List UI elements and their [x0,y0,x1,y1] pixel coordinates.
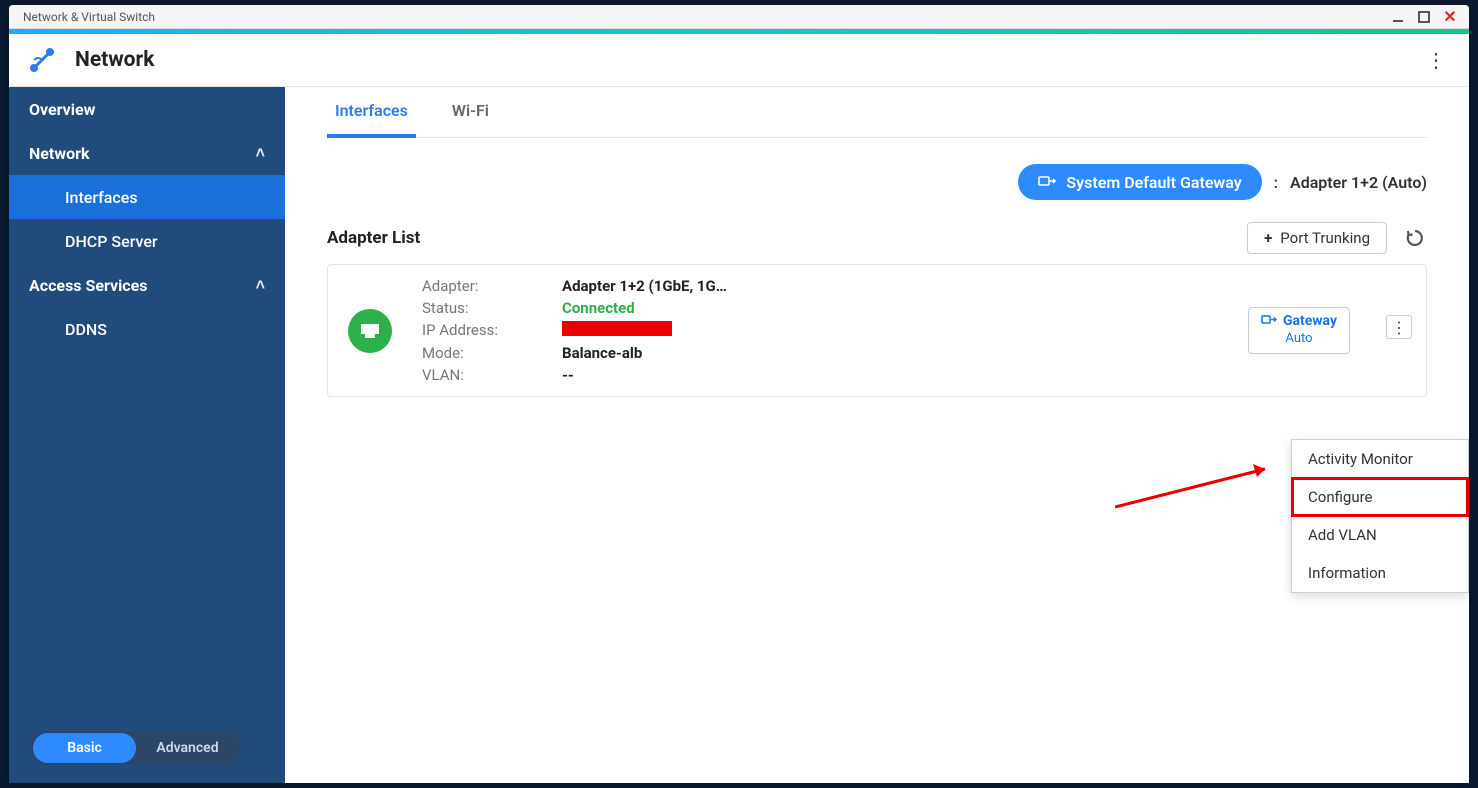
basic-mode-button[interactable]: Basic [33,733,136,763]
adapter-list-header: Adapter List + Port Trunking [327,222,1427,254]
view-mode-toggle: Basic Advanced [31,731,241,765]
sidebar-label: DDNS [65,320,107,339]
toggle-label: Advanced [156,740,218,756]
port-trunking-button[interactable]: + Port Trunking [1247,222,1387,254]
adapter-menu-button[interactable]: ⋮ [1386,315,1412,339]
button-label: Port Trunking [1280,229,1370,247]
ethernet-port-icon [348,309,392,353]
tab-wifi[interactable]: Wi-Fi [444,87,497,138]
tab-label: Interfaces [335,101,408,120]
sidebar-item-overview[interactable]: Overview [9,87,285,131]
sidebar: Overview Network ˄ Interfaces DHCP Serve… [9,87,285,783]
gateway-badge-title: Gateway [1283,313,1337,330]
value-status: Connected [562,299,802,317]
label-vlan: VLAN: [422,366,562,384]
page-title: Network [75,48,154,72]
sidebar-label: Overview [29,100,95,119]
value-vlan: -- [562,366,802,384]
sidebar-label: Interfaces [65,188,138,207]
value-ip-address [562,321,802,340]
menu-item-configure[interactable]: Configure [1292,478,1468,516]
page-header: Network ⋮ [9,34,1469,87]
gateway-value: Adapter 1+2 (Auto) [1290,173,1427,192]
toggle-label: Basic [67,740,102,756]
sidebar-item-ddns[interactable]: DDNS [9,307,285,351]
value-mode: Balance-alb [562,344,802,362]
menu-label: Information [1308,564,1386,582]
adapter-card: Adapter: Adapter 1+2 (1GbE, 1G… Status: … [327,264,1427,397]
button-label: System Default Gateway [1066,173,1241,192]
main-content: Interfaces Wi-Fi System Default Gateway … [285,87,1469,783]
gateway-badge: Gateway Auto [1248,307,1350,353]
menu-label: Configure [1308,488,1373,506]
menu-label: Add VLAN [1308,526,1377,544]
minimize-button[interactable] [1385,7,1411,27]
default-gateway-row: System Default Gateway : Adapter 1+2 (Au… [327,164,1427,200]
tab-label: Wi-Fi [452,101,489,120]
adapter-context-menu: Activity Monitor Configure Add VLAN Info… [1291,439,1469,593]
gateway-badge-subtitle: Auto [1261,331,1337,347]
sidebar-item-network[interactable]: Network ˄ [9,131,285,175]
adapter-details: Adapter: Adapter 1+2 (1GbE, 1G… Status: … [422,277,802,384]
sidebar-label: Access Services [29,276,148,295]
label-ip-address: IP Address: [422,321,562,340]
label-mode: Mode: [422,344,562,362]
label-adapter: Adapter: [422,277,562,295]
menu-item-activity-monitor[interactable]: Activity Monitor [1292,440,1468,478]
advanced-mode-button[interactable]: Advanced [136,733,239,763]
sidebar-item-dhcp-server[interactable]: DHCP Server [9,219,285,263]
gateway-badge-icon [1261,312,1277,331]
header-menu-button[interactable]: ⋮ [1421,45,1451,75]
close-button[interactable]: ✕ [1437,7,1463,27]
adapter-list-title: Adapter List [327,228,420,248]
sidebar-item-interfaces[interactable]: Interfaces [9,175,285,219]
menu-label: Activity Monitor [1308,450,1413,468]
menu-item-add-vlan[interactable]: Add VLAN [1292,516,1468,554]
tab-interfaces[interactable]: Interfaces [327,87,416,138]
gateway-icon [1038,172,1056,192]
title-bar: Network & Virtual Switch ✕ [9,5,1469,29]
redacted-block [562,321,672,336]
annotation-arrow-icon [1115,457,1285,517]
chevron-up-icon: ˄ [256,143,265,163]
chevron-up-icon: ˄ [256,275,265,295]
system-default-gateway-button[interactable]: System Default Gateway [1018,164,1261,200]
tab-bar: Interfaces Wi-Fi [327,87,1427,138]
value-adapter-name: Adapter 1+2 (1GbE, 1G… [562,277,802,295]
sidebar-label: Network [29,144,90,163]
maximize-button[interactable] [1411,7,1437,27]
app-window: Network & Virtual Switch ✕ Network ⋮ Ove… [9,5,1469,783]
label-status: Status: [422,299,562,317]
window-title: Network & Virtual Switch [23,10,155,24]
sidebar-label: DHCP Server [65,232,158,251]
network-icon [27,45,57,75]
refresh-button[interactable] [1403,226,1427,250]
sidebar-item-access-services[interactable]: Access Services ˄ [9,263,285,307]
gateway-separator: : [1274,173,1278,192]
menu-item-information[interactable]: Information [1292,554,1468,592]
plus-icon: + [1264,229,1272,247]
